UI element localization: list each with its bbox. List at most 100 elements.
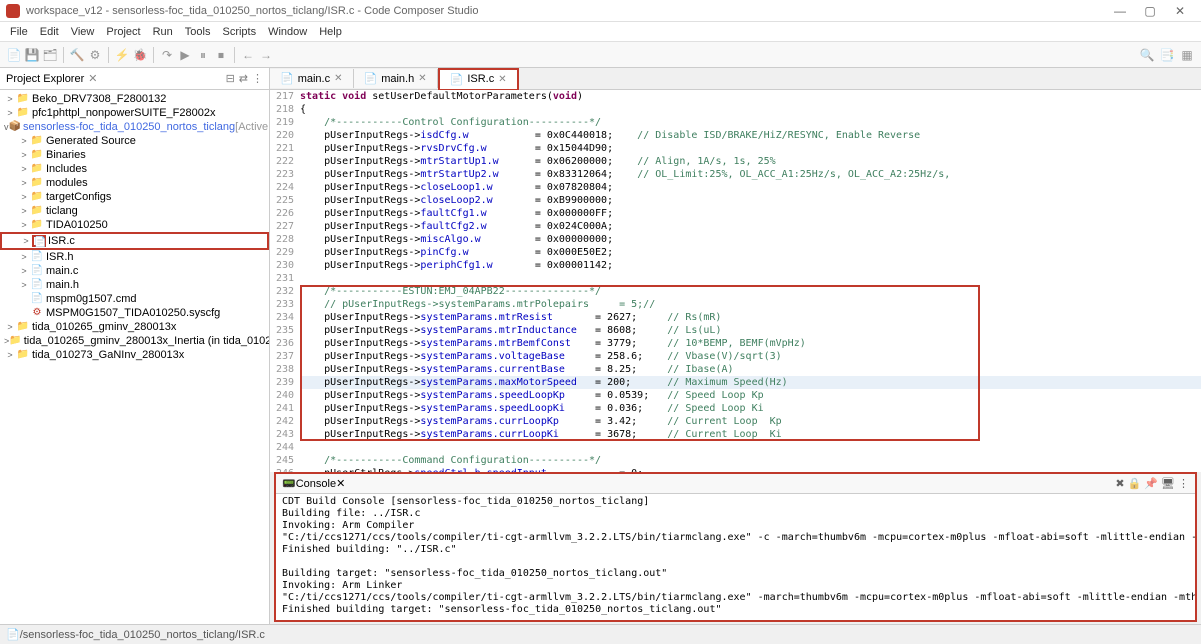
tree-item[interactable]: >📁ticlang	[0, 204, 269, 218]
editor-tab-main-c[interactable]: 📄main.c✕	[270, 69, 354, 88]
tree-item[interactable]: v📦sensorless-foc_tida_010250_nortos_ticl…	[0, 120, 269, 134]
code-line[interactable]: 219 /*-----------Control Configuration--…	[270, 116, 1201, 129]
menu-edit[interactable]: Edit	[34, 24, 65, 40]
tree-item[interactable]: >📁TIDA010250	[0, 218, 269, 232]
code-line[interactable]: 245 /*-----------Command Configuration--…	[270, 454, 1201, 467]
tree-item[interactable]: >📁Includes	[0, 162, 269, 176]
scroll-lock-icon[interactable]: 🔒	[1128, 477, 1142, 490]
code-editor[interactable]: 217static void setUserDefaultMotorParame…	[270, 90, 1201, 472]
code-line[interactable]: 221 pUserInputRegs->rvsDrvCfg.w = 0x1504…	[270, 142, 1201, 155]
code-line[interactable]: 237 pUserInputRegs->systemParams.voltage…	[270, 350, 1201, 363]
code-line[interactable]: 223 pUserInputRegs->mtrStartUp2.w = 0x83…	[270, 168, 1201, 181]
menu-window[interactable]: Window	[262, 24, 313, 40]
menu-file[interactable]: File	[4, 24, 34, 40]
code-line[interactable]: 228 pUserInputRegs->miscAlgo.w = 0x00000…	[270, 233, 1201, 246]
back-icon[interactable]: ←	[240, 47, 256, 63]
run-icon[interactable]: ▶	[177, 47, 193, 63]
editor-tab-ISR-c[interactable]: 📄ISR.c✕	[438, 68, 519, 91]
tree-item[interactable]: >📁tida_010265_gminv_280013x	[0, 320, 269, 334]
new-icon[interactable]: 📄	[6, 47, 22, 63]
display-icon[interactable]: 🖥	[1161, 477, 1175, 490]
status-bar: 📄 /sensorless-foc_tida_010250_nortos_tic…	[0, 624, 1201, 644]
tree-item[interactable]: >📁tida_010273_GaNInv_280013x	[0, 348, 269, 362]
code-line[interactable]: 233 // pUserInputRegs->systemParams.mtrP…	[270, 298, 1201, 311]
console-close-icon[interactable]: ✕	[336, 477, 345, 490]
code-line[interactable]: 241 pUserInputRegs->systemParams.speedLo…	[270, 402, 1201, 415]
code-line[interactable]: 240 pUserInputRegs->systemParams.speedLo…	[270, 389, 1201, 402]
save-icon[interactable]: 💾	[24, 47, 40, 63]
code-line[interactable]: 229 pUserInputRegs->pinCfg.w = 0x000E50E…	[270, 246, 1201, 259]
tree-item[interactable]: ⚙MSPM0G1507_TIDA010250.syscfg	[0, 306, 269, 320]
tree-item[interactable]: >📄ISR.c	[0, 232, 269, 250]
tree-item[interactable]: >📁tida_010265_gminv_280013x_Inertia (in …	[0, 334, 269, 348]
project-tree[interactable]: >📁Beko_DRV7308_F2800132>📁pfc1phttpl_nonp…	[0, 90, 269, 624]
clear-icon[interactable]: ✖	[1115, 477, 1124, 490]
tree-item[interactable]: >📄ISR.h	[0, 250, 269, 264]
code-line[interactable]: 242 pUserInputRegs->systemParams.currLoo…	[270, 415, 1201, 428]
code-line[interactable]: 222 pUserInputRegs->mtrStartUp1.w = 0x06…	[270, 155, 1201, 168]
explorer-title: Project Explorer	[6, 73, 84, 85]
console-output[interactable]: CDT Build Console [sensorless-foc_tida_0…	[276, 494, 1195, 620]
code-line[interactable]: 234 pUserInputRegs->systemParams.mtrResi…	[270, 311, 1201, 324]
code-line[interactable]: 239 pUserInputRegs->systemParams.maxMoto…	[270, 376, 1201, 389]
tree-item[interactable]: >📄main.c	[0, 264, 269, 278]
code-line[interactable]: 227 pUserInputRegs->faultCfg2.w = 0x024C…	[270, 220, 1201, 233]
tree-item[interactable]: >📁Binaries	[0, 148, 269, 162]
maximize-button[interactable]: ▢	[1135, 4, 1165, 18]
forward-icon[interactable]: →	[258, 47, 274, 63]
tree-item[interactable]: >📄main.h	[0, 278, 269, 292]
debug-icon[interactable]: 🐞	[132, 47, 148, 63]
code-line[interactable]: 235 pUserInputRegs->systemParams.mtrIndu…	[270, 324, 1201, 337]
code-line[interactable]: 231	[270, 272, 1201, 285]
menu-run[interactable]: Run	[147, 24, 179, 40]
minimize-button[interactable]: —	[1105, 4, 1135, 18]
perspective-icon[interactable]: ▦	[1179, 47, 1195, 63]
console-tab[interactable]: 📟 Console ✕ ✖ 🔒 📌 🖥 ⋮	[276, 474, 1195, 494]
step-icon[interactable]: ↷	[159, 47, 175, 63]
close-button[interactable]: ✕	[1165, 4, 1195, 18]
code-line[interactable]: 230 pUserInputRegs->periphCfg1.w = 0x000…	[270, 259, 1201, 272]
explorer-close-icon[interactable]: ✕	[88, 72, 97, 85]
collapse-icon[interactable]: ⊟	[226, 72, 235, 85]
menu-scripts[interactable]: Scripts	[216, 24, 262, 40]
pin-icon[interactable]: 📌	[1144, 477, 1158, 490]
pause-icon[interactable]: ⏸	[195, 47, 211, 63]
menu-tools[interactable]: Tools	[179, 24, 217, 40]
code-line[interactable]: 225 pUserInputRegs->closeLoop2.w = 0xB99…	[270, 194, 1201, 207]
more-icon[interactable]: ⋮	[1178, 477, 1189, 490]
search-icon[interactable]: 🔍	[1139, 47, 1155, 63]
tree-item[interactable]: >📁pfc1phttpl_nonpowerSUITE_F28002x	[0, 106, 269, 120]
code-line[interactable]: 224 pUserInputRegs->closeLoop1.w = 0x078…	[270, 181, 1201, 194]
tree-item[interactable]: >📁Beko_DRV7308_F2800132	[0, 92, 269, 106]
code-line[interactable]: 226 pUserInputRegs->faultCfg1.w = 0x0000…	[270, 207, 1201, 220]
editor-tab-main-h[interactable]: 📄main.h✕	[354, 69, 438, 88]
menu-view[interactable]: View	[65, 24, 101, 40]
open-type-icon[interactable]: 📑	[1159, 47, 1175, 63]
build-icon[interactable]: 🔨	[69, 47, 85, 63]
tree-item[interactable]: >📁targetConfigs	[0, 190, 269, 204]
link-icon[interactable]: ⇄	[239, 72, 248, 85]
code-line[interactable]: 232 /*-----------ESTUN:EMJ_04APB22------…	[270, 285, 1201, 298]
tree-item[interactable]: >📁Generated Source	[0, 134, 269, 148]
code-line[interactable]: 236 pUserInputRegs->systemParams.mtrBemf…	[270, 337, 1201, 350]
debug-config-icon[interactable]: ⚙	[87, 47, 103, 63]
tree-item[interactable]: 📄mspm0g1507.cmd	[0, 292, 269, 306]
filter-icon[interactable]: ⋮	[252, 72, 263, 85]
code-line[interactable]: 220 pUserInputRegs->isdCfg.w = 0x0C44001…	[270, 129, 1201, 142]
code-line[interactable]: 218{	[270, 103, 1201, 116]
flash-icon[interactable]: ⚡	[114, 47, 130, 63]
code-line[interactable]: 238 pUserInputRegs->systemParams.current…	[270, 363, 1201, 376]
main-area: Project Explorer ✕ ⊟ ⇄ ⋮ >📁Beko_DRV7308_…	[0, 68, 1201, 624]
menu-help[interactable]: Help	[313, 24, 348, 40]
editor-area: 📄main.c✕📄main.h✕📄ISR.c✕ 217static void s…	[270, 68, 1201, 624]
code-line[interactable]: 244	[270, 441, 1201, 454]
status-path: /sensorless-foc_tida_010250_nortos_ticla…	[20, 629, 265, 641]
explorer-tab[interactable]: Project Explorer ✕ ⊟ ⇄ ⋮	[0, 68, 269, 90]
stop-icon[interactable]: ⏹	[213, 47, 229, 63]
code-line[interactable]: 243 pUserInputRegs->systemParams.currLoo…	[270, 428, 1201, 441]
save-all-icon[interactable]: 🗂	[42, 47, 58, 63]
code-line[interactable]: 217static void setUserDefaultMotorParame…	[270, 90, 1201, 103]
tree-item[interactable]: >📁modules	[0, 176, 269, 190]
code-line[interactable]: 246 pUserCtrlRegs->speedCtrl.b.speedInpu…	[270, 467, 1201, 472]
menu-project[interactable]: Project	[100, 24, 146, 40]
